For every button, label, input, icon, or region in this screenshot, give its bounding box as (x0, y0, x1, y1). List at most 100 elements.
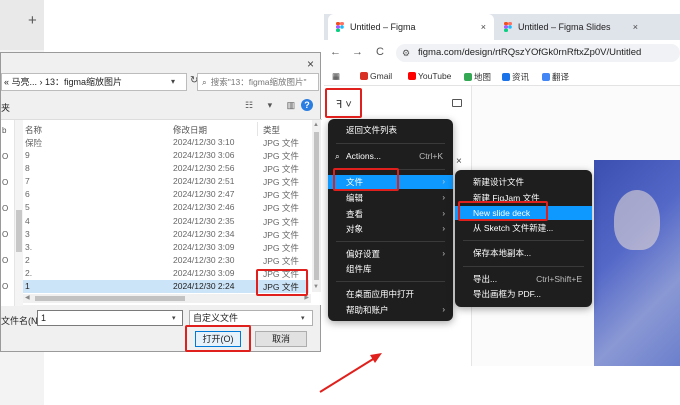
address-row: ← → C ⚙ figma.com/design/rtRQszYOfGk0rnR… (324, 40, 680, 66)
file-row[interactable]: 7 2024/12/30 2:51 JPG 文件 (23, 175, 309, 188)
bookmark-gmail[interactable]: Gmail (360, 71, 392, 81)
filename-input[interactable]: 1 (37, 310, 183, 326)
file-row[interactable]: 3 2024/12/30 2:34 JPG 文件 (23, 228, 309, 241)
file-name: 3 (25, 228, 30, 239)
main-menu-item[interactable]: 查看 › (328, 207, 453, 221)
figma-main-menu: 返回文件列表 ⌕ Actions... Ctrl+K 文件 › 编辑 › 查看 › 对象 › 偏好设置 ›… (328, 119, 453, 321)
main-menu-item[interactable]: 帮助和账户 › (328, 303, 453, 317)
scroll-left-icon[interactable]: ◀ (25, 294, 30, 301)
nav-item[interactable]: b (2, 126, 6, 135)
column-type[interactable]: 类型 (263, 124, 280, 136)
nav-item[interactable]: O (2, 178, 8, 187)
menu-item-label: 对象 (346, 224, 364, 234)
nav-scroll-thumb[interactable] (16, 210, 22, 252)
menu-item-label: 导出画框为 PDF... (473, 289, 542, 299)
tab-strip: Untitled – Figma × Untitled – Figma Slid… (324, 14, 680, 40)
new-tab-icon[interactable]: + (28, 12, 37, 29)
forward-icon[interactable]: → (352, 46, 363, 58)
hscroll-thumb[interactable] (35, 296, 185, 301)
vscroll-thumb[interactable] (314, 132, 319, 280)
file-row[interactable]: 3. 2024/12/30 3:09 JPG 文件 (23, 241, 309, 254)
file-row[interactable]: 2 2024/12/30 2:30 JPG 文件 (23, 254, 309, 267)
file-row[interactable]: 6 2024/12/30 2:47 JPG 文件 (23, 188, 309, 201)
vertical-scrollbar[interactable]: ▲ ▼ (312, 120, 321, 292)
nav-item[interactable]: O (2, 204, 8, 213)
chevron-down-icon[interactable]: ▾ (172, 314, 176, 322)
panel-close-icon[interactable]: × (456, 156, 462, 167)
bookmark-youtube[interactable]: YouTube (408, 71, 451, 81)
bookmark-label: 地图 (474, 72, 492, 82)
nav-item[interactable]: O (2, 256, 8, 265)
nav-item[interactable]: O (2, 230, 8, 239)
site-settings-icon[interactable]: ⚙ (402, 44, 410, 62)
bookmark-translate[interactable]: 翻译 (542, 71, 569, 83)
chevron-down-icon[interactable]: ▾ (301, 314, 305, 322)
back-icon[interactable]: ← (330, 46, 341, 58)
apps-icon[interactable]: ▦ (332, 71, 340, 82)
menu-divider (463, 240, 584, 241)
main-menu-item[interactable]: 组件库 (328, 262, 453, 276)
main-menu-item[interactable]: 对象 › (328, 222, 453, 236)
figma-icon (336, 22, 344, 32)
main-menu-item[interactable]: 返回文件列表 (328, 123, 453, 137)
menu-item-label: 保存本地副本... (473, 248, 532, 258)
file-name: 8 (25, 163, 30, 174)
search-box[interactable]: ⌕ 搜索"13：figma缩放图片" (197, 73, 319, 91)
file-menu-item[interactable]: 新建设计文件 (455, 175, 592, 189)
file-menu-item[interactable]: 导出画框为 PDF... (455, 287, 592, 301)
tab-label: Untitled – Figma (350, 22, 416, 32)
file-date: 2024/12/30 2:34 (173, 228, 235, 239)
column-date[interactable]: 修改日期 (173, 124, 207, 136)
menu-item-label: 编辑 (346, 193, 364, 203)
column-name[interactable]: 名称 (25, 124, 42, 136)
url-bar[interactable]: ⚙ figma.com/design/rtRQszYOfGk0rnRftxZp0… (396, 44, 680, 62)
file-row[interactable]: 8 2024/12/30 2:56 JPG 文件 (23, 162, 309, 175)
tab-figma-slides[interactable]: Untitled – Figma Slides × (496, 14, 646, 40)
file-row[interactable]: 4 2024/12/30 2:35 JPG 文件 (23, 215, 309, 228)
file-date: 2024/12/30 3:06 (173, 150, 235, 161)
search-placeholder: 搜索"13：figma缩放图片" (210, 77, 307, 87)
file-row[interactable]: 保险 2024/12/30 3:10 JPG 文件 (23, 136, 309, 149)
file-menu-item[interactable]: 从 Sketch 文件新建... (455, 221, 592, 235)
scroll-down-icon[interactable]: ▼ (313, 284, 319, 290)
view-options-icons[interactable]: ☷ ▾ ▥ (245, 100, 301, 111)
file-date: 2024/12/30 2:46 (173, 202, 235, 213)
tab-figma[interactable]: Untitled – Figma × (328, 14, 494, 40)
bookmark-maps[interactable]: 地图 (464, 71, 491, 83)
file-type: JPG 文件 (263, 203, 299, 214)
sidebar-toggle-icon[interactable] (452, 99, 462, 107)
menu-item-label: 帮助和账户 (346, 305, 389, 315)
nav-item[interactable]: O (2, 282, 8, 291)
chevron-right-icon: › (442, 193, 445, 202)
file-date: 2024/12/30 2:56 (173, 163, 235, 174)
main-menu-item[interactable]: ⌕ Actions... Ctrl+K (328, 149, 453, 163)
file-row[interactable]: 9 2024/12/30 3:06 JPG 文件 (23, 149, 309, 162)
reload-icon[interactable]: C (376, 46, 384, 58)
chevron-down-icon[interactable]: ▾ (171, 77, 175, 86)
file-date: 2024/12/30 2:51 (173, 176, 235, 187)
tab-close-icon[interactable]: × (481, 14, 486, 40)
main-menu-item[interactable]: 在桌面应用中打开 (328, 287, 453, 301)
file-menu-item[interactable]: 保存本地副本... (455, 246, 592, 260)
dialog-close-icon[interactable]: × (307, 57, 314, 71)
filetype-select[interactable]: 自定义文件 (189, 310, 313, 326)
menu-item-label: 新建设计文件 (473, 177, 525, 187)
file-menu-item[interactable]: 导出... Ctrl+Shift+E (455, 272, 592, 286)
bookmark-news[interactable]: 资讯 (502, 71, 529, 83)
new-folder-label[interactable]: 夹 (1, 101, 10, 114)
annotation-box (458, 201, 548, 221)
main-menu-item[interactable]: 偏好设置 › (328, 247, 453, 261)
help-icon[interactable]: ? (301, 99, 313, 111)
nav-item[interactable]: O (2, 152, 8, 161)
cancel-button[interactable]: 取消 (255, 331, 307, 347)
file-date: 2024/12/30 2:24 (173, 281, 235, 292)
menu-divider (463, 266, 584, 267)
scroll-up-icon[interactable]: ▲ (313, 122, 319, 128)
file-row[interactable]: 5 2024/12/30 2:46 JPG 文件 (23, 201, 309, 214)
page-below-viewport (324, 366, 680, 405)
tab-close-icon[interactable]: × (633, 14, 638, 40)
address-bar[interactable]: « 马亮... › 13：figma缩放图片 (1, 73, 187, 91)
background-tabbar (0, 0, 44, 50)
nav-scrollbar[interactable] (15, 120, 23, 306)
main-menu-item[interactable]: 编辑 › (328, 191, 453, 205)
